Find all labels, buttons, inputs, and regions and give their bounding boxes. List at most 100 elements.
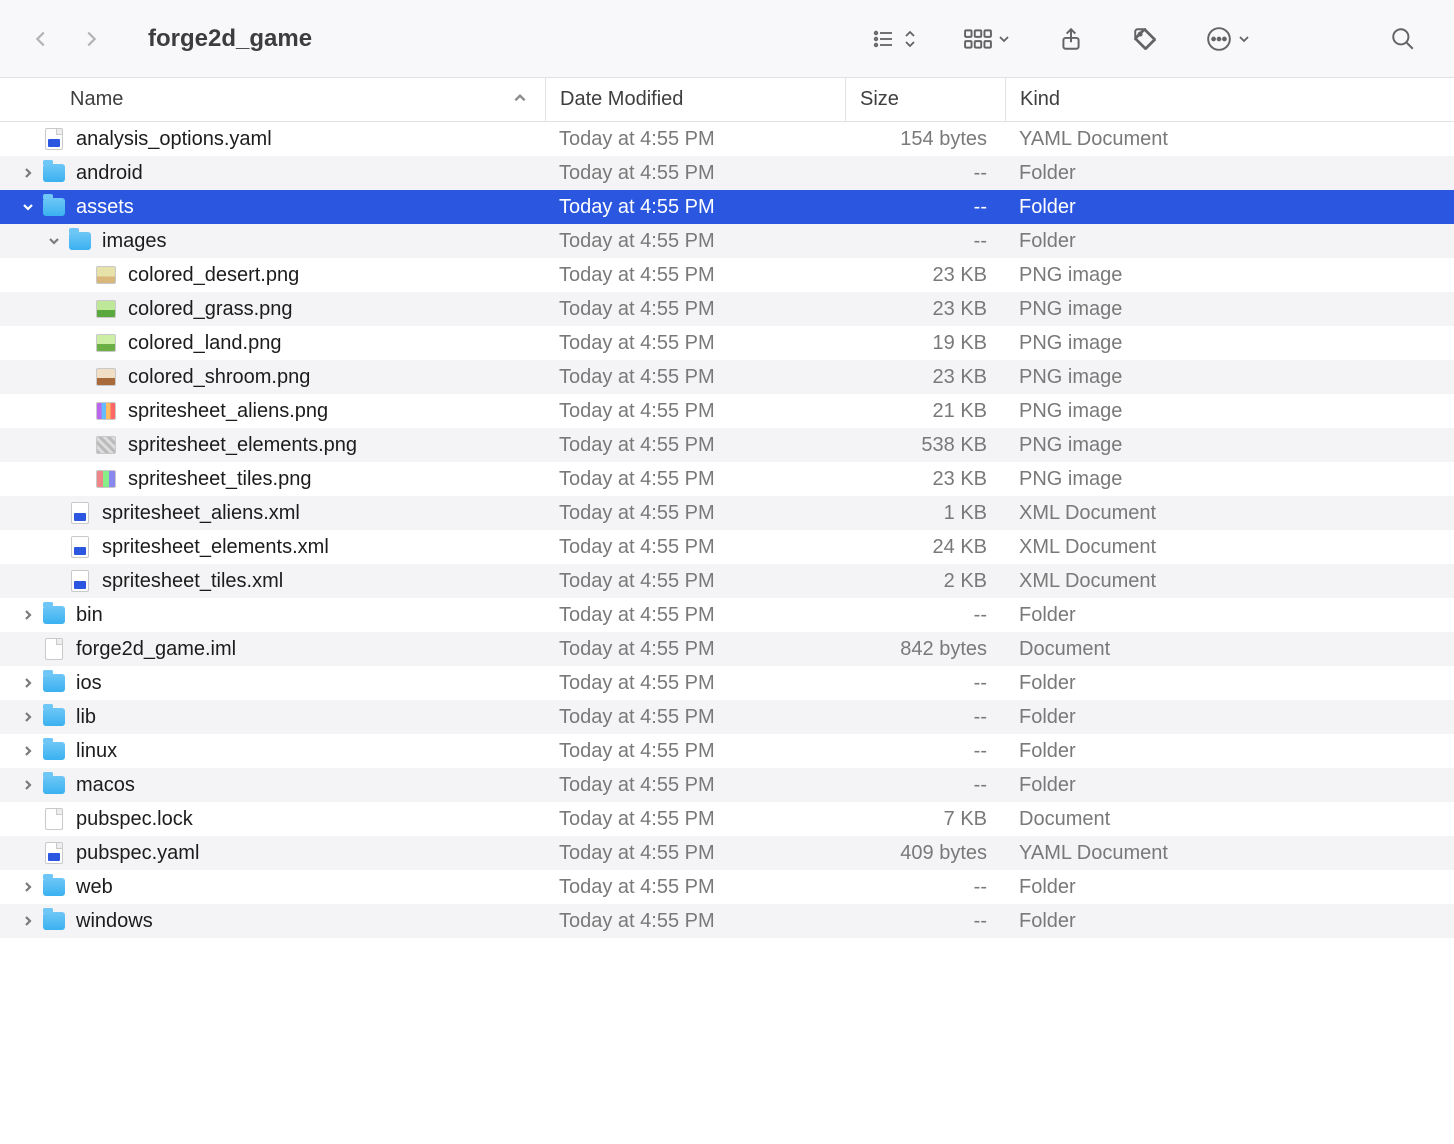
folder-icon	[43, 776, 65, 794]
more-button[interactable]	[1206, 26, 1250, 52]
cell-size: --	[845, 162, 1005, 185]
cell-name: ios	[0, 666, 545, 700]
file-row[interactable]: binToday at 4:55 PM--Folder	[0, 598, 1454, 632]
cell-size: 23 KB	[845, 366, 1005, 389]
file-row[interactable]: analysis_options.yaml Today at 4:55 PM154…	[0, 122, 1454, 156]
cell-size: --	[845, 910, 1005, 933]
cell-kind: PNG image	[1005, 366, 1454, 389]
disclosure-arrow[interactable]	[18, 745, 38, 757]
share-icon	[1058, 26, 1084, 52]
image-thumbnail-icon	[96, 470, 116, 488]
cell-name: spritesheet_aliens.xml	[0, 496, 545, 530]
file-row[interactable]: colored_shroom.pngToday at 4:55 PM23 KBP…	[0, 360, 1454, 394]
window-title: forge2d_game	[148, 25, 312, 53]
file-row[interactable]: spritesheet_aliens.xmlToday at 4:55 PM1 …	[0, 496, 1454, 530]
file-row[interactable]: spritesheet_tiles.xmlToday at 4:55 PM2 K…	[0, 564, 1454, 598]
cell-size: 538 KB	[845, 434, 1005, 457]
tags-button[interactable]	[1132, 26, 1158, 52]
file-row[interactable]: libToday at 4:55 PM--Folder	[0, 700, 1454, 734]
file-row[interactable]: windowsToday at 4:55 PM--Folder	[0, 904, 1454, 938]
column-header-size[interactable]: Size	[845, 78, 1005, 121]
file-name: pubspec.lock	[76, 808, 193, 831]
file-row[interactable]: colored_land.pngToday at 4:55 PM19 KBPNG…	[0, 326, 1454, 360]
cell-size: 154 bytes	[845, 128, 1005, 151]
file-name: analysis_options.yaml	[76, 128, 272, 151]
cell-size: 24 KB	[845, 536, 1005, 559]
disclosure-arrow[interactable]	[18, 711, 38, 723]
file-row[interactable]: colored_desert.pngToday at 4:55 PM23 KBP…	[0, 258, 1454, 292]
search-button[interactable]	[1390, 26, 1416, 52]
forward-button[interactable]	[80, 28, 102, 50]
file-row[interactable]: spritesheet_tiles.pngToday at 4:55 PM23 …	[0, 462, 1454, 496]
folder-icon	[43, 198, 65, 216]
disclosure-arrow[interactable]	[18, 915, 38, 927]
cell-size: 23 KB	[845, 298, 1005, 321]
cell-date: Today at 4:55 PM	[545, 570, 845, 593]
file-row[interactable]: spritesheet_aliens.pngToday at 4:55 PM21…	[0, 394, 1454, 428]
view-list-button[interactable]	[870, 27, 916, 51]
file-row[interactable]: forge2d_game.imlToday at 4:55 PM842 byte…	[0, 632, 1454, 666]
yaml-file-icon	[45, 842, 63, 864]
file-name: forge2d_game.iml	[76, 638, 236, 661]
cell-kind: XML Document	[1005, 502, 1454, 525]
cell-date: Today at 4:55 PM	[545, 128, 845, 151]
file-row[interactable]: pubspec.lockToday at 4:55 PM7 KBDocument	[0, 802, 1454, 836]
yaml-file-icon	[45, 128, 63, 150]
file-name: spritesheet_elements.xml	[102, 536, 329, 559]
cell-name: pubspec.yaml	[0, 836, 545, 870]
cell-date: Today at 4:55 PM	[545, 910, 845, 933]
cell-name: spritesheet_tiles.xml	[0, 564, 545, 598]
cell-name: spritesheet_elements.xml	[0, 530, 545, 564]
disclosure-arrow[interactable]	[18, 881, 38, 893]
disclosure-arrow[interactable]	[18, 677, 38, 689]
file-row[interactable]: assetsToday at 4:55 PM--Folder	[0, 190, 1454, 224]
document-icon	[45, 638, 63, 660]
file-name: lib	[76, 706, 96, 729]
cell-size: --	[845, 774, 1005, 797]
cell-name: macos	[0, 768, 545, 802]
file-name: spritesheet_tiles.xml	[102, 570, 283, 593]
column-header-kind[interactable]: Kind	[1005, 78, 1454, 121]
share-button[interactable]	[1058, 26, 1084, 52]
chevron-up-icon	[513, 91, 527, 105]
disclosure-arrow[interactable]	[18, 779, 38, 791]
file-row[interactable]: colored_grass.pngToday at 4:55 PM23 KBPN…	[0, 292, 1454, 326]
sort-indicator	[513, 88, 527, 111]
document-icon	[45, 808, 63, 830]
file-row[interactable]: webToday at 4:55 PM--Folder	[0, 870, 1454, 904]
disclosure-arrow[interactable]	[18, 201, 38, 213]
file-list: analysis_options.yamlToday at 4:55 PM154…	[0, 122, 1454, 938]
folder-icon	[43, 674, 65, 692]
file-row[interactable]: imagesToday at 4:55 PM--Folder	[0, 224, 1454, 258]
cell-size: 842 bytes	[845, 638, 1005, 661]
cell-name: spritesheet_aliens.png	[0, 394, 545, 428]
column-header-name[interactable]: Name	[0, 88, 545, 111]
disclosure-arrow[interactable]	[18, 167, 38, 179]
cell-date: Today at 4:55 PM	[545, 672, 845, 695]
cell-date: Today at 4:55 PM	[545, 400, 845, 423]
file-name: pubspec.yaml	[76, 842, 199, 865]
cell-size: --	[845, 706, 1005, 729]
file-name: web	[76, 876, 113, 899]
disclosure-arrow[interactable]	[44, 235, 64, 247]
column-header-date[interactable]: Date Modified	[545, 78, 845, 121]
image-thumbnail-icon	[96, 368, 116, 386]
cell-kind: Folder	[1005, 604, 1454, 627]
file-row[interactable]: macosToday at 4:55 PM--Folder	[0, 768, 1454, 802]
file-name: spritesheet_aliens.xml	[102, 502, 300, 525]
image-thumbnail-icon	[96, 266, 116, 284]
cell-name: pubspec.lock	[0, 802, 545, 836]
group-button[interactable]	[964, 27, 1010, 51]
back-button[interactable]	[30, 28, 52, 50]
file-row[interactable]: pubspec.yamlToday at 4:55 PM409 bytesYAM…	[0, 836, 1454, 870]
cell-size: 7 KB	[845, 808, 1005, 831]
cell-kind: Folder	[1005, 230, 1454, 253]
file-row[interactable]: spritesheet_elements.xmlToday at 4:55 PM…	[0, 530, 1454, 564]
cell-date: Today at 4:55 PM	[545, 162, 845, 185]
file-row[interactable]: spritesheet_elements.pngToday at 4:55 PM…	[0, 428, 1454, 462]
disclosure-arrow[interactable]	[18, 609, 38, 621]
cell-kind: YAML Document	[1005, 128, 1454, 151]
file-row[interactable]: linuxToday at 4:55 PM--Folder	[0, 734, 1454, 768]
file-row[interactable]: iosToday at 4:55 PM--Folder	[0, 666, 1454, 700]
file-row[interactable]: androidToday at 4:55 PM--Folder	[0, 156, 1454, 190]
